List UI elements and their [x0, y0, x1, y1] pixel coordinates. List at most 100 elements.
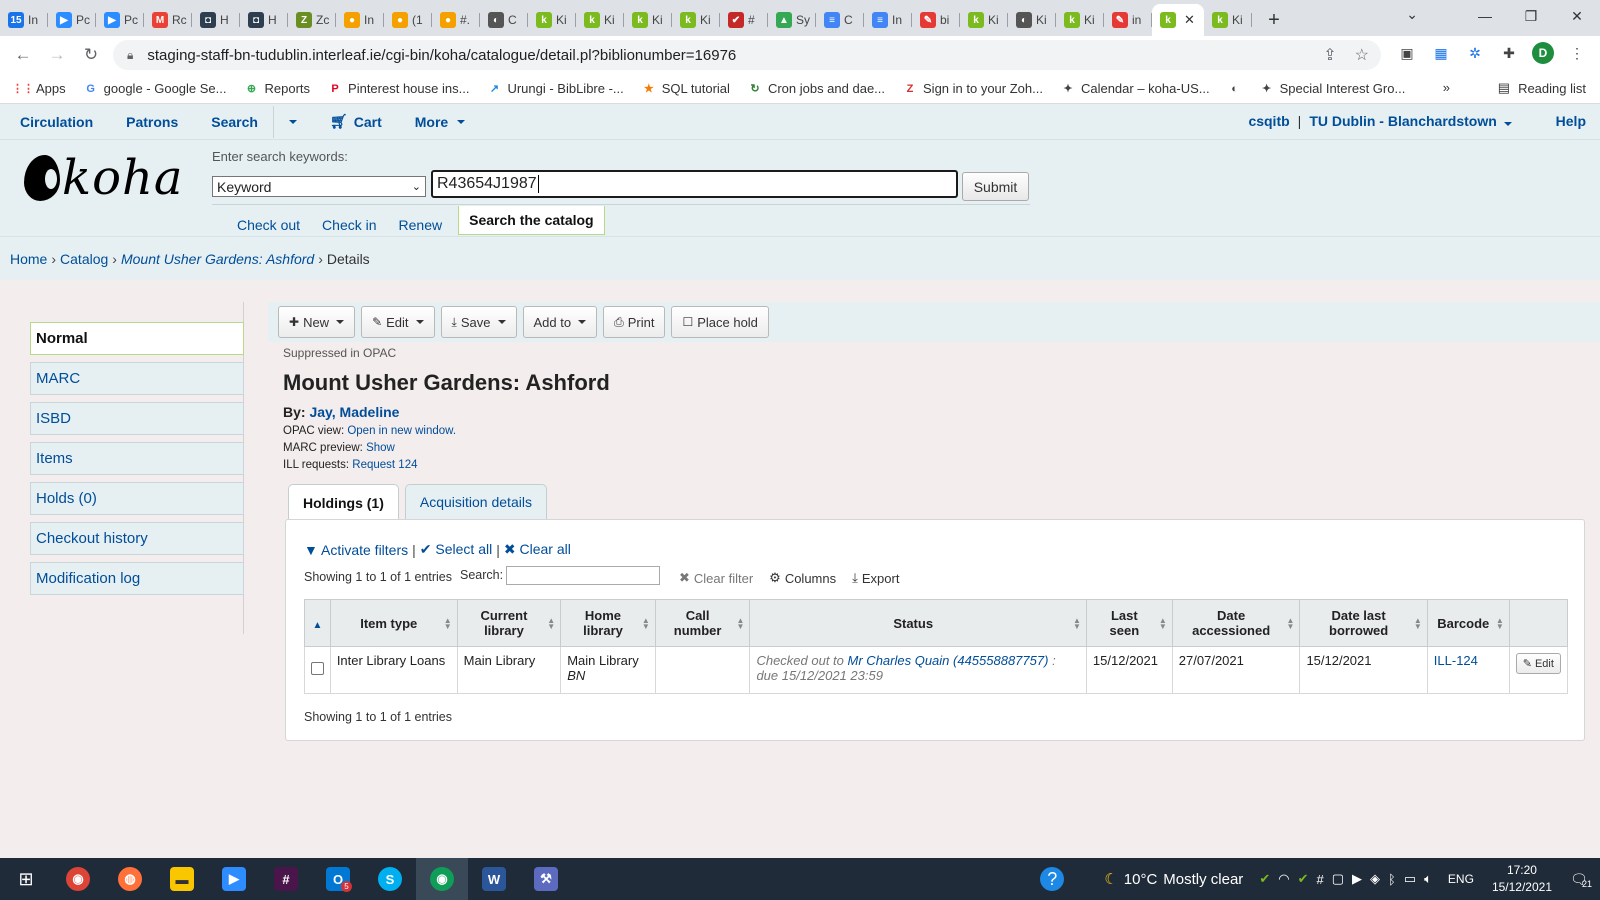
- firefox-taskbar-icon[interactable]: ◍: [104, 858, 156, 900]
- tab-check-in[interactable]: Check in: [322, 209, 376, 233]
- clear-all-link[interactable]: ✖ Clear all: [504, 541, 571, 558]
- browser-tab[interactable]: Z Zc: [288, 4, 336, 36]
- reload-icon[interactable]: ↻: [74, 38, 108, 72]
- table-search-input[interactable]: [506, 566, 660, 585]
- notifications-icon[interactable]: 🗨︎ 21: [1570, 871, 1600, 889]
- tab-holdings[interactable]: Holdings (1): [288, 484, 399, 520]
- new-button[interactable]: ✚ New: [278, 306, 356, 338]
- close-window-icon[interactable]: ✕: [1554, 0, 1600, 32]
- system-clock[interactable]: 17:20 15/12/2021: [1492, 862, 1552, 896]
- extension-badge-icon[interactable]: ▦: [1430, 42, 1452, 64]
- tab-renew[interactable]: Renew: [399, 209, 443, 233]
- submit-button[interactable]: Submit: [962, 172, 1029, 201]
- tab-search-catalog[interactable]: Search the catalog: [458, 206, 605, 235]
- browser-tab[interactable]: k Ki: [624, 4, 672, 36]
- tab-check-out[interactable]: Check out: [237, 209, 300, 233]
- column-header-item-type[interactable]: Item type ▲ ▼: [329, 599, 458, 647]
- browser-tab[interactable]: ◘ H: [240, 4, 288, 36]
- help-icon[interactable]: ?: [1040, 867, 1065, 891]
- puzzle-icon[interactable]: ✚: [1498, 42, 1520, 64]
- browser-tab[interactable]: k Ki: [960, 4, 1008, 36]
- koha-logo[interactable]: koha: [24, 150, 184, 206]
- slack-tray-icon[interactable]: #: [1316, 872, 1323, 887]
- clear-filter-button[interactable]: ✖ Clear filter: [679, 570, 753, 586]
- nav-search[interactable]: Search: [211, 114, 258, 130]
- chrome-active-taskbar-icon[interactable]: ◉: [416, 858, 468, 900]
- browser-tab[interactable]: ◐ Ki: [1008, 4, 1056, 36]
- network-app-taskbar-icon[interactable]: ⚒: [520, 858, 572, 900]
- new-tab-button[interactable]: +: [1258, 4, 1290, 36]
- lock-icon[interactable]: 🔒︎: [127, 48, 133, 63]
- slack-taskbar-icon[interactable]: #: [260, 858, 312, 900]
- search-input[interactable]: R43654J1987: [431, 170, 958, 198]
- column-header-barcode[interactable]: Barcode ▲ ▼: [1426, 599, 1510, 647]
- word-taskbar-icon[interactable]: W: [468, 858, 520, 900]
- browser-tab[interactable]: ▲ Sy: [768, 4, 816, 36]
- branch-selector[interactable]: TU Dublin - Blanchardstown: [1309, 113, 1512, 129]
- bookmark-item[interactable]: ⋮⋮ Apps: [12, 81, 66, 96]
- wifi-icon[interactable]: ◠: [1278, 871, 1289, 887]
- column-header-date-accessioned[interactable]: Date accessioned ▲ ▼: [1171, 599, 1301, 647]
- search-index-select[interactable]: Keyword ⌄: [212, 176, 426, 197]
- profile-avatar[interactable]: D: [1532, 42, 1554, 64]
- forward-icon[interactable]: →: [40, 38, 74, 72]
- column-header-last-seen[interactable]: Last seen ▲ ▼: [1085, 599, 1173, 647]
- url-text[interactable]: staging-staff-bn-tudublin.interleaf.ie/c…: [147, 47, 736, 64]
- battery-icon[interactable]: ▭: [1404, 871, 1416, 887]
- browser-tab[interactable]: ● In: [336, 4, 384, 36]
- bookmarks-overflow[interactable]: »: [1443, 80, 1450, 95]
- logged-in-user[interactable]: csqitb: [1248, 113, 1289, 129]
- nav-patrons[interactable]: Patrons: [126, 114, 178, 130]
- bluetooth-icon[interactable]: ᛒ: [1388, 872, 1396, 887]
- nav-cart[interactable]: 🛒︎ Cart: [330, 113, 382, 130]
- language-indicator[interactable]: ENG: [1448, 872, 1474, 886]
- reading-list-button[interactable]: ▤ Reading list: [1498, 80, 1586, 96]
- sidebar-item-holds[interactable]: Holds (0): [30, 482, 244, 515]
- security-check-icon[interactable]: ✔: [1259, 871, 1270, 887]
- close-tab-icon[interactable]: ✕: [1184, 12, 1195, 28]
- breadcrumb-record[interactable]: Mount Usher Gardens: Ashford: [121, 251, 314, 267]
- opac-view-link[interactable]: Open in new window.: [347, 425, 456, 437]
- browser-tab[interactable]: k Ki: [672, 4, 720, 36]
- bookmark-item[interactable]: P Pinterest house ins...: [328, 81, 469, 96]
- browser-tab[interactable]: ▶ Pc: [96, 4, 144, 36]
- sidebar-item-isbd[interactable]: ISBD: [30, 402, 244, 435]
- marc-preview-link[interactable]: Show: [366, 442, 395, 454]
- select-all-link[interactable]: ✔ Select all: [420, 541, 492, 558]
- bookmark-item[interactable]: ⊕ Reports: [245, 81, 310, 96]
- tab-search-chevron-icon[interactable]: ⌄: [1406, 6, 1418, 23]
- file-explorer-taskbar-icon[interactable]: ▬: [156, 858, 208, 900]
- extension-icon[interactable]: ✲: [1464, 42, 1486, 64]
- weather-widget[interactable]: ☾ 10°C Mostly clear: [1104, 870, 1243, 889]
- bookmark-item[interactable]: Ggoogle - Google Se...: [84, 81, 226, 96]
- item-edit-button[interactable]: ✎ Edit: [1515, 653, 1561, 674]
- minimize-icon[interactable]: —: [1462, 0, 1508, 32]
- kebab-menu-icon[interactable]: ⋮: [1566, 42, 1588, 64]
- save-button[interactable]: ⤓ Save: [440, 306, 517, 338]
- column-header-call-number[interactable]: Call number ▲ ▼: [654, 599, 751, 647]
- bookmark-item[interactable]: Z Sign in to your Zoh...: [903, 81, 1043, 96]
- browser-tab[interactable]: k Ki: [528, 4, 576, 36]
- browser-tab[interactable]: ◐ C: [480, 4, 528, 36]
- column-header-date-last-borrowed[interactable]: Date last borrowed ▲ ▼: [1299, 599, 1428, 647]
- tab-acquisition-details[interactable]: Acquisition details: [404, 484, 547, 519]
- browser-tab[interactable]: k Ki: [1056, 4, 1104, 36]
- place-hold-button[interactable]: ☐ Place hold: [671, 306, 769, 338]
- barcode-link[interactable]: ILL-124: [1434, 653, 1478, 668]
- help-link[interactable]: Help: [1556, 113, 1586, 129]
- browser-tab[interactable]: k ✕: [1152, 4, 1204, 36]
- print-button[interactable]: ⎙ Print: [603, 306, 666, 338]
- sidebar-item-checkout-history[interactable]: Checkout history: [30, 522, 244, 555]
- browser-tab[interactable]: ≡ In: [864, 4, 912, 36]
- author-link[interactable]: Jay, Madeline: [309, 404, 399, 420]
- edit-button[interactable]: ✎ Edit: [361, 306, 435, 338]
- activate-filters-link[interactable]: ▼ Activate filters: [304, 542, 408, 558]
- bookmark-item[interactable]: ◐: [1228, 82, 1242, 96]
- restore-icon[interactable]: ❐: [1508, 0, 1554, 32]
- sidebar-item-items[interactable]: Items: [30, 442, 244, 475]
- browser-tab[interactable]: ● #.: [432, 4, 480, 36]
- browser-tab[interactable]: ✔ #: [720, 4, 768, 36]
- bookmark-item[interactable]: ✦ Special Interest Gro...: [1260, 81, 1405, 96]
- patron-link[interactable]: Mr Charles Quain (445558887757): [848, 653, 1049, 668]
- teams-icon[interactable]: ▢: [1332, 871, 1344, 887]
